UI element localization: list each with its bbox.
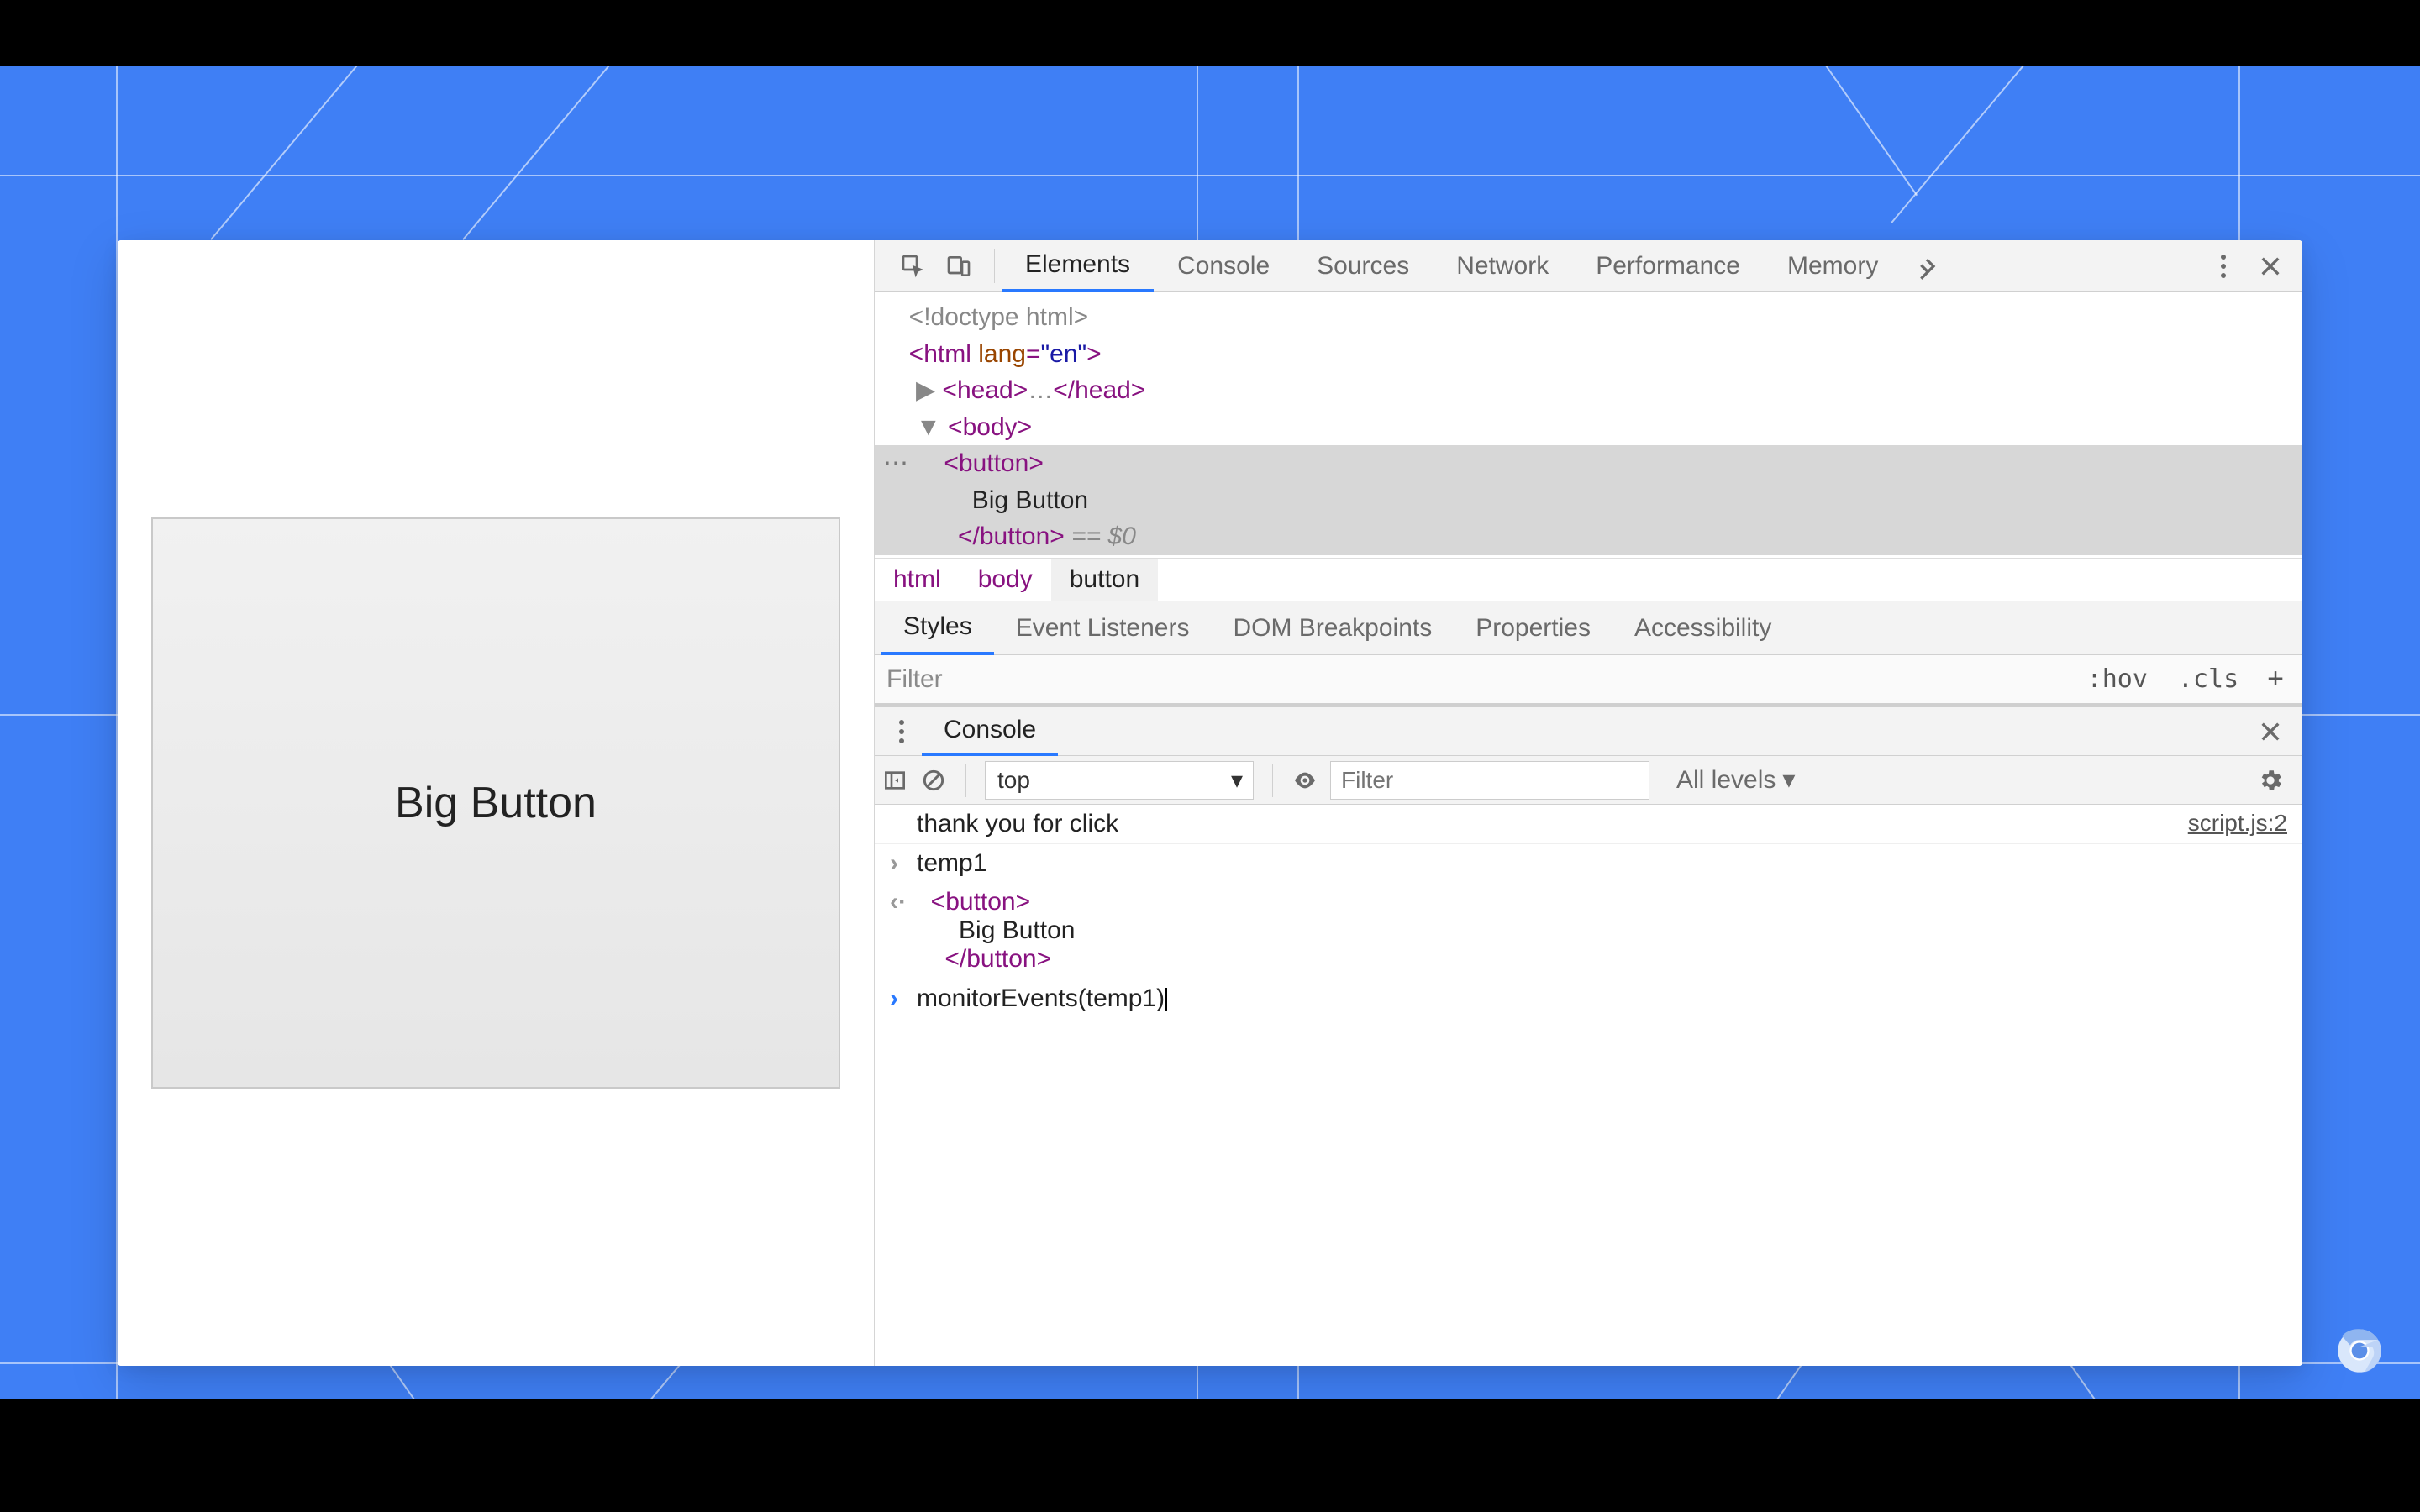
log-levels-select[interactable]: All levels ▾ bbox=[1676, 765, 1795, 795]
breadcrumb-button[interactable]: button bbox=[1051, 559, 1158, 601]
rendered-page: Big Button bbox=[118, 240, 874, 1366]
tab-elements[interactable]: Elements bbox=[1002, 240, 1154, 292]
subtab-styles[interactable]: Styles bbox=[881, 601, 994, 655]
dom-selected-node[interactable]: ⋯ <button> Big Button </button> == $0 bbox=[875, 445, 2302, 555]
console-toolbar: top ▾ All levels ▾ bbox=[875, 756, 2302, 805]
clear-console-icon[interactable] bbox=[920, 767, 947, 794]
styles-filter-input[interactable] bbox=[886, 660, 2065, 699]
drawer-menu-icon[interactable] bbox=[892, 720, 912, 743]
hov-toggle[interactable]: :hov bbox=[2079, 664, 2156, 694]
more-menu-icon[interactable] bbox=[2213, 255, 2233, 278]
styles-filter-row: :hov .cls + bbox=[875, 655, 2302, 704]
console-drawer: Console top bbox=[875, 704, 2302, 1366]
chevron-down-icon: ▾ bbox=[1231, 766, 1243, 794]
app-window: Big Button bbox=[118, 240, 2302, 1366]
log-source-link[interactable]: script.js:2 bbox=[2188, 810, 2287, 837]
new-style-rule-icon[interactable]: + bbox=[2260, 663, 2291, 696]
subtab-dom-breakpoints[interactable]: DOM Breakpoints bbox=[1211, 601, 1454, 655]
slide-background: Big Button bbox=[0, 66, 2420, 1399]
chrome-logo-icon bbox=[2336, 1327, 2383, 1374]
tab-memory[interactable]: Memory bbox=[1764, 240, 1902, 292]
dom-doctype: <!doctype html> bbox=[909, 303, 1088, 331]
tab-console[interactable]: Console bbox=[1154, 240, 1293, 292]
elements-breadcrumb: html body button bbox=[875, 558, 2302, 601]
dom-tree[interactable]: <!doctype html> <html lang="en"> ▶ <head… bbox=[875, 292, 2302, 558]
drawer-tabbar: Console bbox=[875, 707, 2302, 756]
console-log-row: thank you for click script.js:2 bbox=[875, 805, 2302, 844]
subtab-event-listeners[interactable]: Event Listeners bbox=[994, 601, 1212, 655]
tab-performance[interactable]: Performance bbox=[1572, 240, 1764, 292]
elements-subtabs: Styles Event Listeners DOM Breakpoints P… bbox=[875, 601, 2302, 655]
devtools-panel: Elements Console Sources Network Perform… bbox=[874, 240, 2302, 1366]
cls-toggle[interactable]: .cls bbox=[2170, 664, 2247, 694]
tab-network[interactable]: Network bbox=[1433, 240, 1572, 292]
subtab-accessibility[interactable]: Accessibility bbox=[1612, 601, 1793, 655]
subtab-properties[interactable]: Properties bbox=[1454, 601, 1612, 655]
context-select[interactable]: top ▾ bbox=[985, 761, 1254, 800]
tab-sources[interactable]: Sources bbox=[1293, 240, 1433, 292]
drawer-tab-console[interactable]: Console bbox=[922, 707, 1058, 756]
breadcrumb-body[interactable]: body bbox=[960, 559, 1051, 601]
close-devtools-icon[interactable] bbox=[2257, 253, 2284, 280]
live-expression-icon[interactable] bbox=[1292, 767, 1318, 794]
device-toggle-icon[interactable] bbox=[945, 253, 972, 280]
drawer-close-icon[interactable] bbox=[2245, 718, 2296, 745]
console-result-row: ‹· <button> Big Button </button> bbox=[875, 883, 2302, 979]
tab-overflow[interactable] bbox=[1902, 240, 1959, 292]
big-button-label: Big Button bbox=[395, 778, 597, 828]
devtools-tabbar: Elements Console Sources Network Perform… bbox=[875, 240, 2302, 292]
console-input-row: › temp1 bbox=[875, 844, 2302, 883]
console-settings-icon[interactable] bbox=[2245, 767, 2296, 794]
big-button[interactable]: Big Button bbox=[151, 517, 840, 1089]
inspect-icon[interactable] bbox=[900, 253, 927, 280]
console-prompt-row[interactable]: › monitorEvents(temp1) bbox=[875, 979, 2302, 1018]
console-filter-input[interactable] bbox=[1330, 761, 1649, 800]
console-sidebar-icon[interactable] bbox=[881, 767, 908, 794]
console-output[interactable]: thank you for click script.js:2 › temp1 … bbox=[875, 805, 2302, 1366]
chevron-down-icon: ▾ bbox=[1782, 765, 1795, 795]
breadcrumb-html[interactable]: html bbox=[875, 559, 960, 601]
